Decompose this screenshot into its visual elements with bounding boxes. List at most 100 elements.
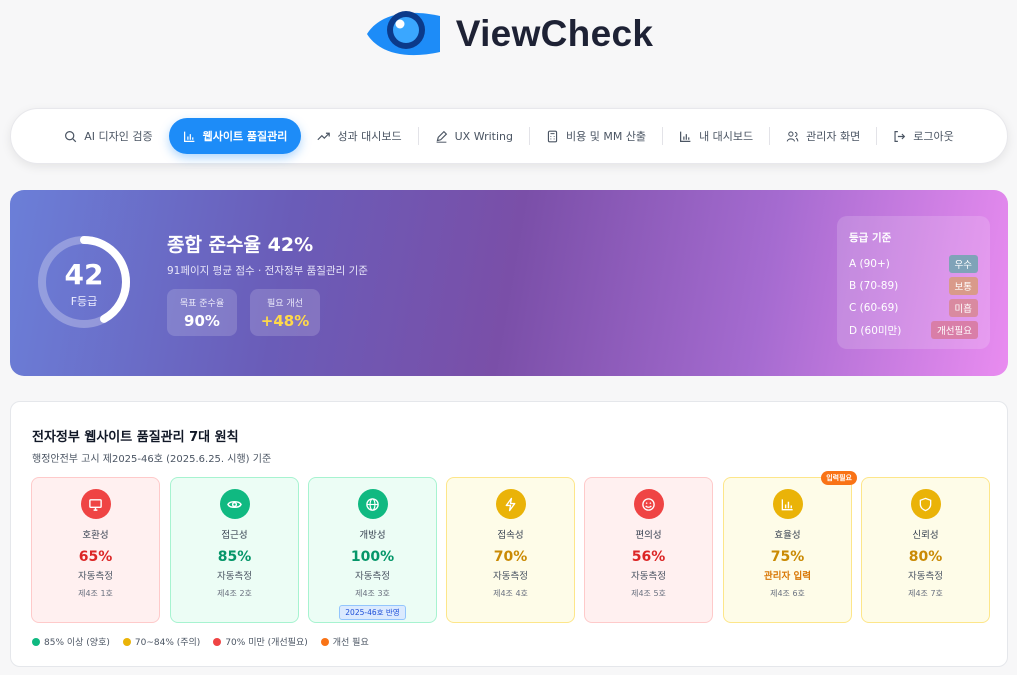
nav-item-label: 로그아웃 [913, 130, 954, 143]
grade-row: C (60-69) 미흡 [849, 297, 978, 319]
logout-icon [894, 130, 906, 142]
bar-chart-icon [183, 131, 194, 142]
target-label: 목표 준수율 [179, 299, 225, 309]
summary-title: 종합 준수율 42% [167, 234, 314, 256]
principle-score: 65% [78, 549, 113, 565]
target-stat: 목표 준수율 90% [167, 289, 237, 336]
trend-up-icon [317, 132, 331, 140]
principle-ref: 제4조 6호 [770, 589, 805, 598]
principle-mode: 자동측정 [493, 571, 528, 582]
grade-range: D (60미만) [849, 324, 902, 337]
status-legend: 85% 이상 (양호) 70~84% (주의) 70% 미만 (개선필요) 개선… [32, 635, 369, 648]
nav-item-label: 관리자 화면 [806, 130, 861, 143]
grade-range: C (60-69) [849, 302, 899, 314]
nav-item-label: 비용 및 MM 산출 [565, 130, 647, 143]
grade-row: B (70-89) 보통 [849, 275, 978, 297]
eye-icon [219, 489, 250, 519]
principle-score: 70% [493, 549, 528, 565]
improve-value: +48% [260, 312, 310, 330]
improve-label: 필요 개선 [267, 299, 303, 309]
legend-item: 70% 미만 (개선필요) [213, 635, 308, 648]
principle-score: 75% [770, 549, 805, 565]
principle-ref: 제4조 2호 [217, 589, 252, 598]
nav-item-admin[interactable]: 관리자 화면 [770, 118, 876, 154]
grade-badge: 미흡 [948, 299, 978, 317]
principle-card-accessibility[interactable]: 접근성 85% 자동측정 제4조 2호 [170, 477, 299, 623]
nav-item-ux-writing[interactable]: UX Writing [419, 118, 529, 154]
nav-item-website-quality[interactable]: 웹사이트 품질관리 [168, 118, 302, 154]
nav-item-logout[interactable]: 로그아웃 [877, 118, 969, 154]
principle-score: 85% [217, 549, 252, 565]
principle-score: 56% [631, 549, 666, 565]
pen-icon [436, 130, 447, 143]
nav-item-label: 내 대시보드 [699, 130, 754, 143]
principle-score: 100% [350, 549, 395, 565]
input-required-badge: 입력필요 [821, 471, 857, 485]
principle-ref: 제4조 3호 [355, 589, 390, 598]
nav-item-performance-dashboard[interactable]: 성과 대시보드 [301, 118, 417, 154]
score-value: 42 [64, 258, 104, 291]
principles-title: 전자정부 웹사이트 품질관리 7대 원칙 [32, 430, 239, 445]
legend-item: 개선 필요 [320, 635, 369, 648]
principle-mode: 자동측정 [355, 571, 390, 582]
principle-name: 효율성 [774, 530, 801, 541]
principle-name: 편의성 [635, 530, 662, 541]
eye-logo-icon [366, 11, 440, 56]
principle-card-connectivity[interactable]: 접속성 70% 자동측정 제4조 4호 [446, 477, 575, 623]
legend-item: 85% 이상 (양호) [32, 635, 110, 648]
main-nav: AI 디자인 검증 웹사이트 품질관리 성과 대시보드 UX Writing 비… [10, 108, 1008, 164]
principle-card-reliability[interactable]: 신뢰성 80% 자동측정 제4조 7호 [861, 477, 990, 623]
app-title: ViewCheck [455, 13, 654, 54]
principle-name: 접속성 [497, 530, 524, 541]
regulation-tag: 2025-46호 반영 [339, 605, 406, 620]
shield-icon [910, 489, 941, 519]
grade-criteria-panel: 등급 기준 A (90+) 우수 B (70-89) 보통 C (60-69) … [837, 216, 990, 349]
nav-item-cost-mm[interactable]: 비용 및 MM 산출 [530, 118, 662, 154]
summary-subtitle: 91페이지 평균 점수 · 전자정부 품질관리 기준 [167, 265, 368, 277]
nav-item-label: AI 디자인 검증 [84, 130, 153, 143]
principle-card-compatibility[interactable]: 호환성 65% 자동측정 제4조 1호 [31, 477, 160, 623]
improve-stat: 필요 개선 +48% [250, 289, 320, 336]
bar-chart-icon [772, 489, 803, 519]
app-header: ViewCheck [0, 8, 1017, 60]
principles-subtitle: 행정안전부 고시 제2025-46호 (2025.6.25. 시행) 기준 [32, 454, 272, 465]
principles-card: 전자정부 웹사이트 품질관리 7대 원칙 행정안전부 고시 제2025-46호 … [10, 401, 1008, 667]
search-icon [65, 130, 77, 142]
bar-chart-icon [680, 131, 691, 142]
principle-name: 개방성 [359, 530, 386, 541]
lightning-icon [495, 489, 526, 519]
globe-icon [357, 489, 388, 519]
calculator-icon [547, 130, 558, 142]
principle-card-openness[interactable]: 개방성 100% 자동측정 제4조 3호 2025-46호 반영 [308, 477, 437, 623]
principle-ref: 제4조 4호 [493, 589, 528, 598]
grade-badge: 보통 [948, 277, 978, 295]
score-grade: F등급 [70, 295, 98, 308]
principle-mode: 자동측정 [908, 571, 943, 582]
nav-item-label: 웹사이트 품질관리 [202, 130, 288, 143]
principle-mode: 자동측정 [631, 571, 666, 582]
principle-name: 신뢰성 [912, 530, 939, 541]
principle-name: 접근성 [221, 530, 248, 541]
principle-mode: 자동측정 [217, 571, 252, 582]
grade-row: A (90+) 우수 [849, 253, 978, 275]
smile-icon [633, 489, 664, 519]
nav-item-ai-design-check[interactable]: AI 디자인 검증 [48, 118, 168, 154]
principle-card-convenience[interactable]: 편의성 56% 자동측정 제4조 5호 [584, 477, 713, 623]
principle-score: 80% [908, 549, 943, 565]
nav-item-my-dashboard[interactable]: 내 대시보드 [663, 118, 769, 154]
principle-ref: 제4조 1호 [78, 589, 113, 598]
users-icon [786, 130, 799, 142]
grade-badge: 우수 [948, 255, 978, 273]
target-value: 90% [184, 312, 220, 330]
grade-row: D (60미만) 개선필요 [849, 319, 978, 341]
nav-item-label: 성과 대시보드 [337, 130, 402, 143]
legend-item: 70~84% (주의) [122, 635, 200, 648]
grade-range: B (70-89) [849, 280, 899, 292]
grade-criteria-title: 등급 기준 [849, 232, 892, 244]
principle-card-efficiency[interactable]: 입력필요 효율성 75% 관리자 입력 제4조 6호 [723, 471, 857, 623]
principle-mode: 자동측정 [78, 571, 113, 582]
principle-name: 호환성 [82, 530, 109, 541]
grade-badge: 개선필요 [931, 321, 978, 339]
grade-range: A (90+) [849, 258, 890, 270]
monitor-icon [80, 489, 111, 519]
